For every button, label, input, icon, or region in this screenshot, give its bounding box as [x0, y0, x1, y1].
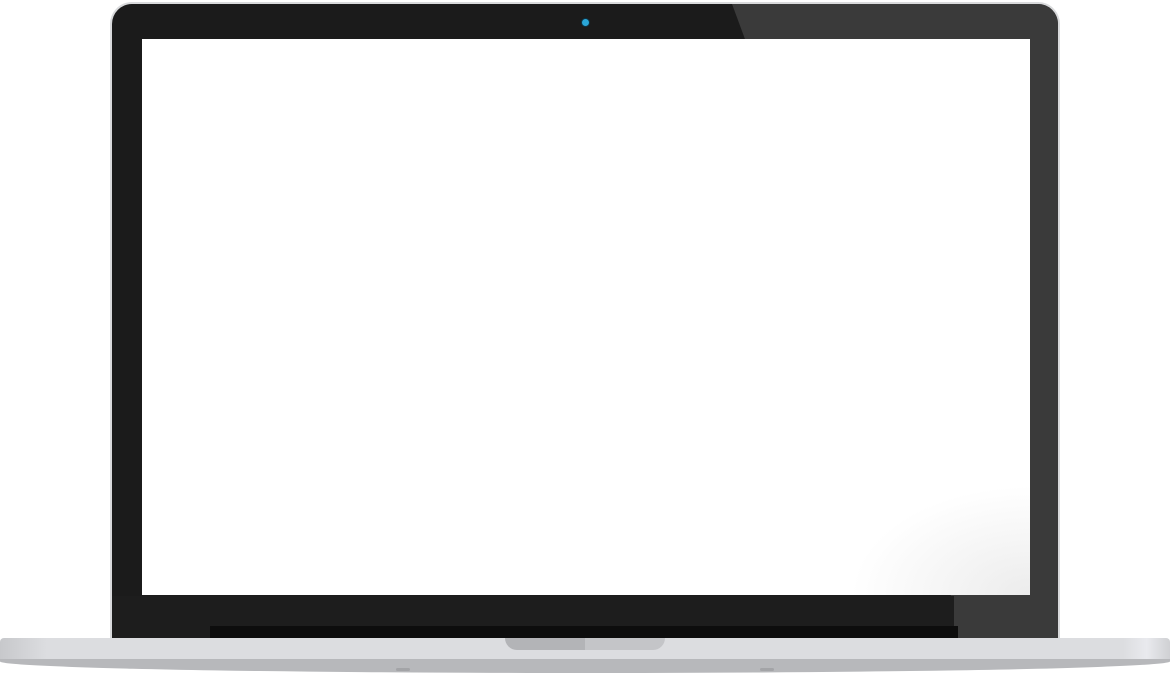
camera-icon: [582, 19, 589, 26]
screen-glare: [850, 485, 1030, 595]
laptop-screen: [142, 39, 1030, 595]
laptop-mockup: [0, 0, 1170, 673]
laptop-base-underside: [0, 659, 1170, 673]
rubber-foot-right: [760, 668, 774, 671]
rubber-foot-left: [396, 668, 410, 671]
hinge: [210, 626, 958, 638]
lid-opening-notch: [505, 638, 665, 650]
